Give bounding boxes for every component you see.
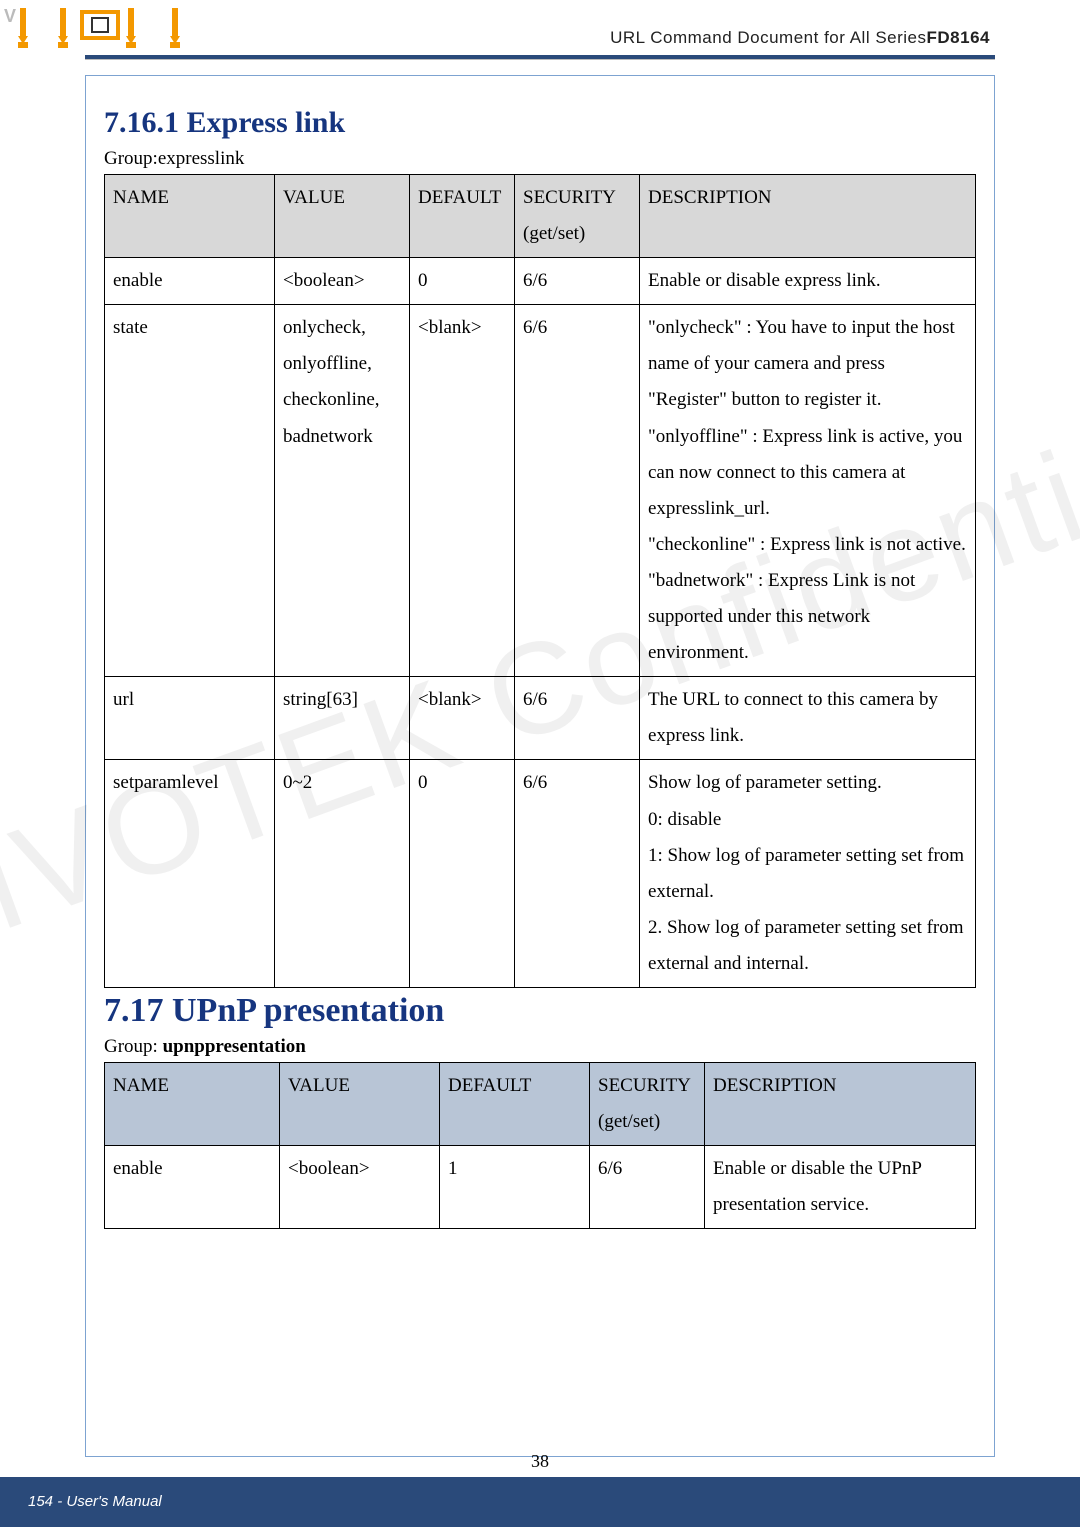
- group-prefix: Group:: [104, 1036, 163, 1057]
- col-security: SECURITY(get/set): [515, 175, 640, 258]
- section-7-17-title: 7.17 UPnP presentation: [104, 992, 976, 1030]
- header-title-prefix: URL Command Document for: [610, 28, 850, 47]
- cell-security: 6/6: [515, 677, 640, 760]
- cell-default: <blank>: [410, 305, 515, 677]
- cell-name: enable: [105, 1146, 280, 1229]
- page-header: V URL Command Document for All SeriesFD8…: [0, 0, 1080, 65]
- cell-default: 0: [410, 760, 515, 988]
- table-row: enable <boolean> 0 6/6 Enable or disable…: [105, 258, 976, 305]
- col-value: VALUE: [275, 175, 410, 258]
- group-label-expresslink: Group:expresslink: [104, 148, 976, 170]
- group-label-upnp: Group: upnppresentation: [104, 1036, 976, 1058]
- cell-security: 6/6: [590, 1146, 705, 1229]
- cell-security: 6/6: [515, 760, 640, 988]
- col-security: SECURITY(get/set): [590, 1062, 705, 1145]
- cell-description: Enable or disable the UPnP presentation …: [705, 1146, 976, 1229]
- col-value: VALUE: [280, 1062, 440, 1145]
- col-name: NAME: [105, 175, 275, 258]
- col-default: DEFAULT: [410, 175, 515, 258]
- cell-value: string[63]: [275, 677, 410, 760]
- cell-value: 0~2: [275, 760, 410, 988]
- section-7-16-1-title: 7.16.1 Express link: [104, 106, 976, 140]
- cell-value: <boolean>: [280, 1146, 440, 1229]
- table-header-row: NAME VALUE DEFAULT SECURITY(get/set) DES…: [105, 1062, 976, 1145]
- col-default: DEFAULT: [440, 1062, 590, 1145]
- cell-name: enable: [105, 258, 275, 305]
- page-number: 38: [531, 1451, 549, 1472]
- cell-description: Show log of parameter setting.0: disable…: [640, 760, 976, 988]
- footer-left-text: 154 - User's Manual: [28, 1493, 162, 1510]
- table-header-row: NAME VALUE DEFAULT SECURITY(get/set) DES…: [105, 175, 976, 258]
- table-row: enable <boolean> 1 6/6 Enable or disable…: [105, 1146, 976, 1229]
- content-frame: 7.16.1 Express link Group:expresslink NA…: [85, 75, 995, 1457]
- cell-name: state: [105, 305, 275, 677]
- page-footer: 154 - User's Manual: [0, 1477, 1080, 1527]
- expresslink-table: NAME VALUE DEFAULT SECURITY(get/set) DES…: [104, 174, 976, 988]
- vivotek-logo: V: [0, 2, 190, 57]
- col-name: NAME: [105, 1062, 280, 1145]
- table-row: state onlycheck,onlyoffline,checkonline,…: [105, 305, 976, 677]
- header-title-series: All Series: [850, 28, 927, 47]
- svg-text:V: V: [4, 6, 16, 26]
- col-description: DESCRIPTION: [640, 175, 976, 258]
- table-row: url string[63] <blank> 6/6 The URL to co…: [105, 677, 976, 760]
- header-sub-rule: [85, 59, 995, 60]
- cell-security: 6/6: [515, 258, 640, 305]
- col-description: DESCRIPTION: [705, 1062, 976, 1145]
- cell-default: 1: [440, 1146, 590, 1229]
- cell-name: url: [105, 677, 275, 760]
- group-name: upnppresentation: [163, 1036, 306, 1057]
- cell-default: <blank>: [410, 677, 515, 760]
- cell-value: onlycheck,onlyoffline,checkonline,badnet…: [275, 305, 410, 677]
- group-prefix: Group:: [104, 148, 158, 169]
- header-title-model: FD8164: [927, 28, 990, 47]
- upnp-table: NAME VALUE DEFAULT SECURITY(get/set) DES…: [104, 1062, 976, 1229]
- header-doc-title: URL Command Document for All SeriesFD816…: [610, 28, 990, 48]
- cell-description: "onlycheck" : You have to input the host…: [640, 305, 976, 677]
- cell-name: setparamlevel: [105, 760, 275, 988]
- group-name: expresslink: [158, 148, 245, 169]
- cell-description: The URL to connect to this camera by exp…: [640, 677, 976, 760]
- cell-security: 6/6: [515, 305, 640, 677]
- cell-description: Enable or disable express link.: [640, 258, 976, 305]
- table-row: setparamlevel 0~2 0 6/6 Show log of para…: [105, 760, 976, 988]
- cell-default: 0: [410, 258, 515, 305]
- cell-value: <boolean>: [275, 258, 410, 305]
